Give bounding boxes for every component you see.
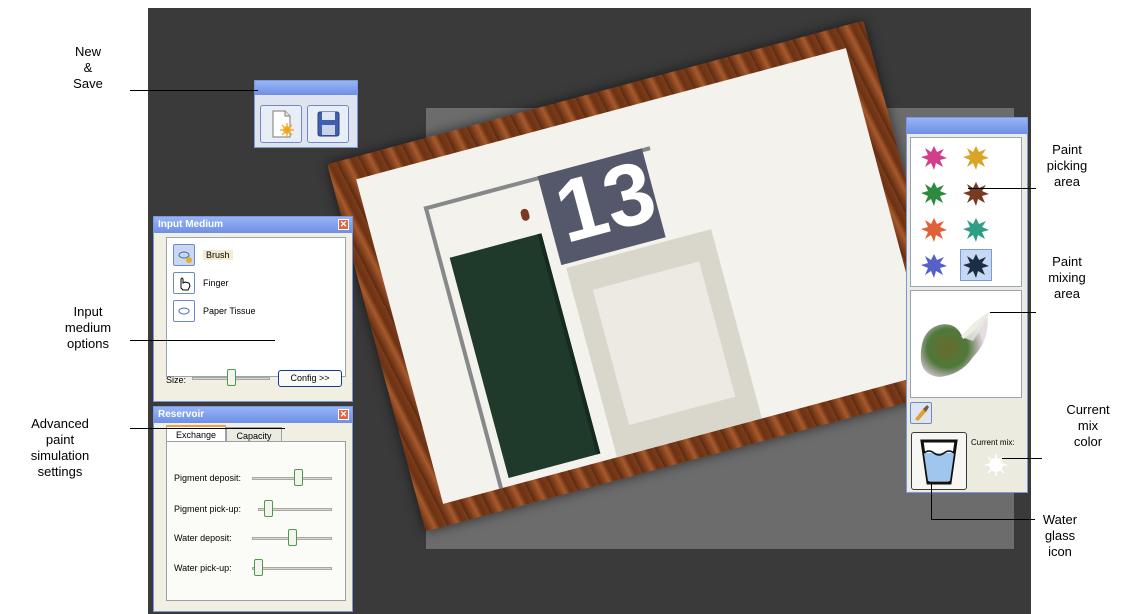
input-medium-titlebar: Input Medium ✕ [154, 217, 352, 233]
medium-item-finger[interactable]: Finger [173, 272, 343, 296]
close-icon[interactable]: ✕ [338, 409, 349, 420]
current-mix-swatch [983, 452, 1009, 478]
ann-picking: picking [1046, 158, 1088, 173]
paint-color-7[interactable] [919, 250, 949, 280]
input-medium-title: Input Medium [158, 219, 223, 230]
mixed-paint-blob [920, 311, 991, 377]
paint-color-2[interactable] [961, 142, 991, 172]
medium-label-finger: Finger [203, 278, 229, 288]
paint-color-1[interactable] [919, 142, 949, 172]
reservoir-titlebar: Reservoir ✕ [154, 407, 352, 423]
leader-new-save [130, 90, 258, 91]
ann-save: Save [73, 76, 103, 91]
leader-water-glass-vertical [931, 484, 932, 520]
ann-current: Current [1066, 402, 1110, 417]
ann-simulation: simulation [30, 448, 90, 463]
ann-mix: mix [1077, 418, 1099, 433]
water-deposit-label: Water deposit: [174, 533, 232, 543]
ann-settings: settings [37, 464, 83, 479]
ann-icon: icon [1048, 544, 1072, 559]
hand-icon [173, 272, 195, 294]
new-button[interactable] [260, 105, 302, 143]
leader-advanced [130, 428, 285, 429]
medium-item-brush[interactable]: Brush [173, 244, 343, 268]
brush-icon [173, 244, 195, 266]
size-label: Size: [166, 375, 187, 385]
ann-paint2: Paint [1052, 254, 1082, 269]
ann-paint: paint [45, 432, 75, 447]
ann-mixing: mixing [1048, 270, 1086, 285]
ann-color: color [1073, 434, 1103, 449]
label-new-save: New & Save [60, 44, 116, 92]
label-input-medium: Input medium options [50, 304, 126, 352]
ann-input: Input [73, 304, 103, 319]
medium-list: Brush Finger Paper Tissue [166, 237, 346, 377]
label-advanced: Advanced paint simulation settings [6, 416, 114, 480]
tab-capacity-label: Capacity [236, 431, 272, 441]
leader-current-mix [1002, 458, 1042, 459]
pigment-deposit-track[interactable] [252, 477, 332, 480]
pigment-deposit-label: Pigment deposit: [174, 473, 242, 483]
pigment-deposit-thumb[interactable] [294, 469, 303, 486]
ann-area1: area [1053, 174, 1081, 189]
paint-panel-titlebar [907, 118, 1027, 134]
floppy-disk-icon [308, 111, 348, 146]
reservoir-title: Reservoir [158, 409, 205, 420]
file-toolbar-titlebar [255, 81, 357, 95]
ann-advanced: Advanced [31, 416, 89, 431]
size-slider-thumb[interactable] [227, 369, 236, 386]
file-toolbar [254, 80, 358, 148]
leader-paint-mixing [990, 312, 1036, 313]
water-pickup-label: Water pick-up: [174, 563, 232, 573]
paint-panel: Current mix: [906, 117, 1028, 493]
save-button[interactable] [307, 105, 349, 143]
paint-color-5[interactable] [919, 214, 949, 244]
label-current-mix: Current mix color [1030, 402, 1146, 450]
new-document-icon [261, 110, 301, 146]
pigment-pickup-label: Pigment pick-up: [174, 504, 242, 514]
paint-color-8[interactable] [960, 249, 992, 281]
ann-water: Water [1042, 512, 1078, 527]
paint-color-6[interactable] [961, 214, 991, 244]
ann-glass: glass [1044, 528, 1076, 543]
close-icon[interactable]: ✕ [338, 219, 349, 230]
water-glass-icon [912, 439, 966, 493]
reservoir-tab-content [166, 441, 346, 601]
paint-color-4[interactable] [961, 178, 991, 208]
leader-paint-picking [968, 188, 1036, 189]
brush-tool-button[interactable] [910, 402, 932, 424]
medium-item-paper-tissue[interactable]: Paper Tissue [173, 300, 343, 324]
water-glass-button[interactable] [911, 432, 967, 490]
paint-picking-area [910, 137, 1022, 287]
label-water-glass: Water glass icon [1030, 512, 1090, 560]
ann-area2: area [1053, 286, 1081, 301]
label-paint-mixing: Paint mixing area [1034, 254, 1100, 302]
medium-label-paper-tissue: Paper Tissue [203, 306, 256, 316]
label-paint-picking: Paint picking area [1034, 142, 1100, 190]
water-pickup-track[interactable] [252, 567, 332, 570]
tab-exchange-label: Exchange [175, 430, 217, 440]
leader-water-glass [931, 519, 1035, 520]
reservoir-panel: Reservoir ✕ Exchange Capacity Pigment de… [153, 406, 353, 612]
leader-input-medium [130, 340, 275, 341]
current-mix-label: Current mix: [971, 438, 1015, 447]
ann-amp: & [83, 60, 93, 75]
tissue-icon [173, 300, 195, 322]
pigment-pickup-thumb[interactable] [264, 500, 273, 517]
input-medium-panel: Input Medium ✕ Brush Finger Paper Tissue… [153, 216, 353, 402]
ann-paint1: Paint [1052, 142, 1082, 157]
medium-label-brush: Brush [203, 250, 233, 260]
water-deposit-thumb[interactable] [288, 529, 297, 546]
paint-color-3[interactable] [919, 178, 949, 208]
config-button[interactable]: Config >> [278, 370, 342, 387]
water-pickup-thumb[interactable] [254, 559, 263, 576]
brush-icon [911, 405, 931, 427]
ann-options: options [67, 336, 109, 351]
paint-mixing-area[interactable] [910, 290, 1022, 398]
config-button-label: Config >> [290, 373, 330, 383]
ann-medium: medium [64, 320, 112, 335]
ann-new: New [74, 44, 101, 59]
